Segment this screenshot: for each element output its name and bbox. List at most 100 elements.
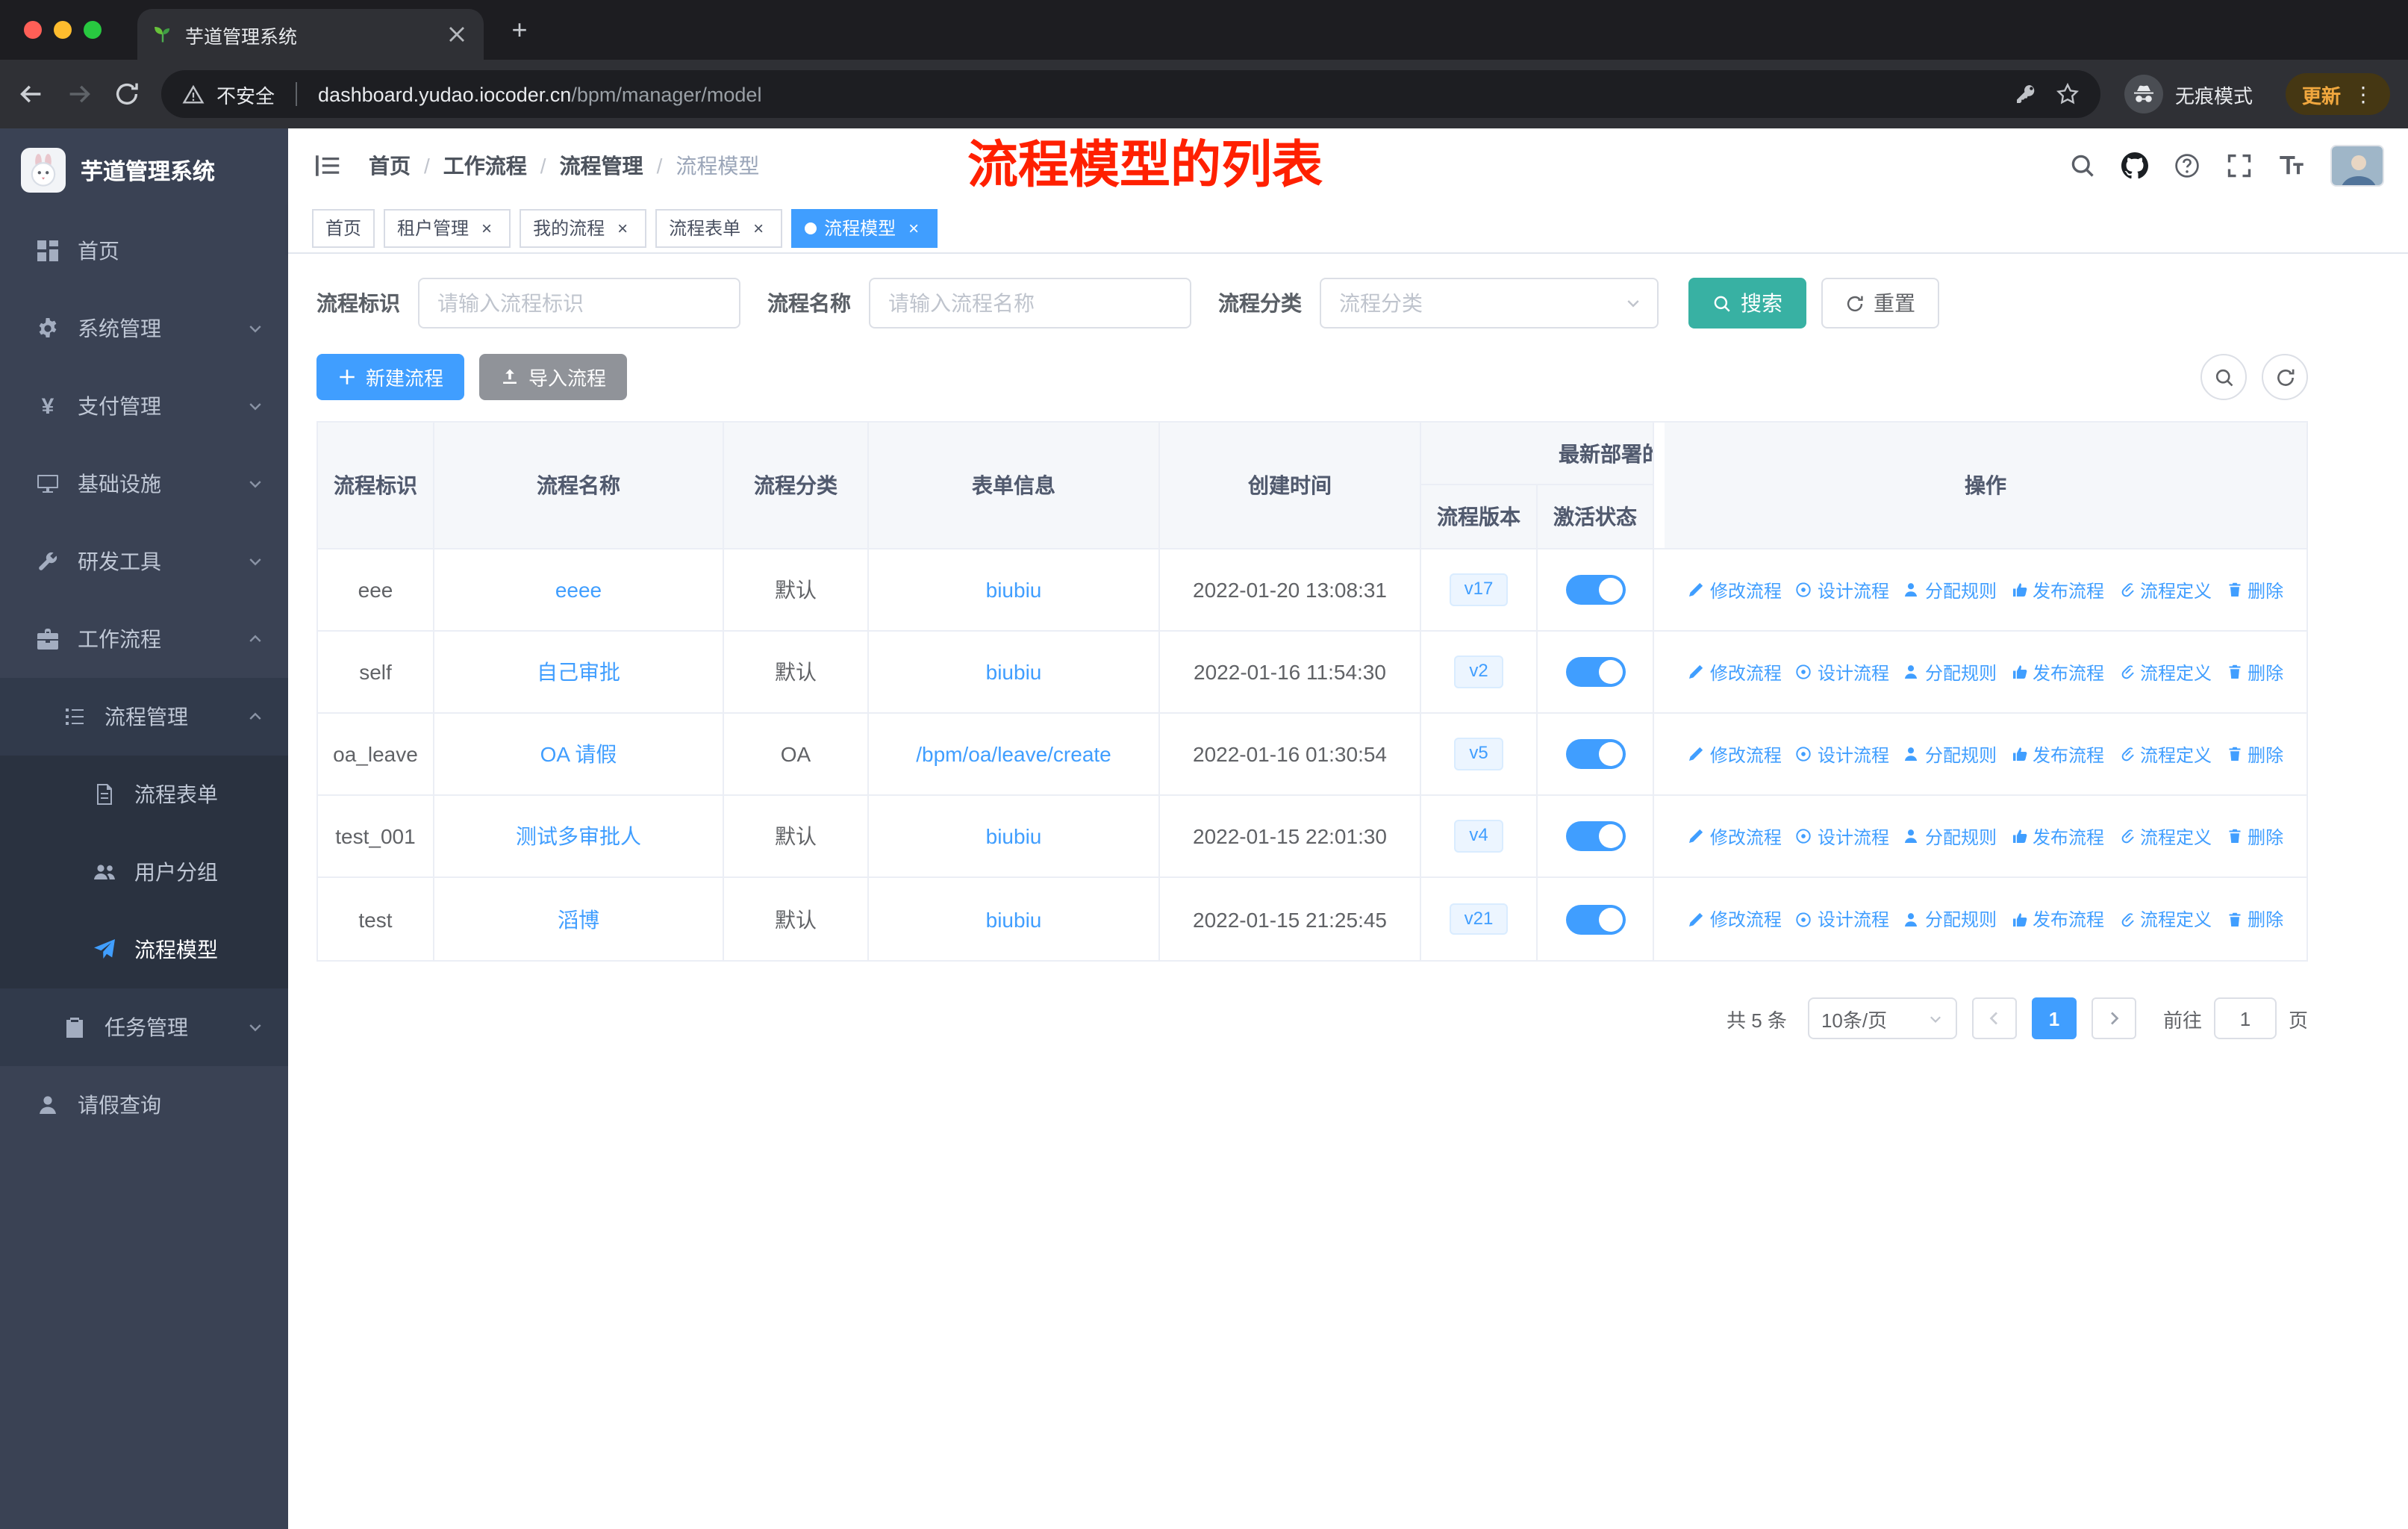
action-delete[interactable]: 删除 — [2225, 823, 2283, 849]
sidebar-item-process-form[interactable]: 流程表单 — [0, 756, 288, 833]
reload-button[interactable] — [113, 81, 140, 108]
password-key-icon[interactable] — [2014, 82, 2038, 106]
tab-close-icon[interactable] — [445, 22, 469, 46]
action-delete[interactable]: 删除 — [2225, 741, 2283, 767]
sidebar-item-dev-tools[interactable]: 研发工具 — [0, 523, 288, 600]
create-process-button[interactable]: 新建流程 — [316, 354, 465, 400]
action-delete[interactable]: 删除 — [2225, 659, 2283, 685]
action-assign[interactable]: 分配规则 — [1903, 577, 1997, 602]
tab-process-form[interactable]: 流程表单 × — [655, 208, 783, 247]
sidebar-item-leave-query[interactable]: 请假查询 — [0, 1066, 288, 1144]
sidebar-item-home[interactable]: 首页 — [0, 212, 288, 290]
active-toggle[interactable] — [1565, 821, 1625, 851]
incognito-avatar[interactable] — [2124, 75, 2163, 113]
next-page-button[interactable] — [2091, 997, 2136, 1039]
active-toggle[interactable] — [1565, 657, 1625, 687]
github-icon[interactable] — [2121, 152, 2148, 179]
search-button[interactable]: 搜索 — [1688, 278, 1806, 328]
action-delete[interactable]: 删除 — [2225, 906, 2283, 932]
action-publish[interactable]: 发布流程 — [2010, 577, 2104, 602]
tab-my-process[interactable]: 我的流程 × — [520, 208, 647, 247]
collapse-sidebar-icon[interactable] — [312, 151, 342, 181]
action-assign[interactable]: 分配规则 — [1903, 741, 1997, 767]
sidebar-item-task-management[interactable]: 任务管理 — [0, 988, 288, 1066]
security-warning-icon[interactable] — [182, 83, 205, 105]
action-edit[interactable]: 修改流程 — [1688, 741, 1782, 767]
action-publish[interactable]: 发布流程 — [2010, 906, 2104, 932]
action-edit[interactable]: 修改流程 — [1688, 659, 1782, 685]
fullscreen-icon[interactable] — [2226, 152, 2253, 179]
close-icon[interactable]: × — [748, 217, 769, 238]
process-name-link[interactable]: 测试多审批人 — [516, 821, 641, 851]
action-assign[interactable]: 分配规则 — [1903, 659, 1997, 685]
app-logo[interactable]: 芋道管理系统 — [0, 128, 288, 212]
action-design[interactable]: 设计流程 — [1795, 906, 1889, 932]
new-tab-button[interactable]: + — [502, 12, 537, 48]
show-search-button[interactable] — [2200, 354, 2247, 400]
category-select[interactable]: 流程分类 — [1320, 278, 1659, 328]
sidebar-item-process-management[interactable]: 流程管理 — [0, 678, 288, 756]
action-delete[interactable]: 删除 — [2225, 577, 2283, 602]
form-info-link[interactable]: biubiu — [986, 907, 1042, 931]
action-definition[interactable]: 流程定义 — [2118, 659, 2212, 685]
active-toggle[interactable] — [1565, 575, 1625, 605]
sidebar-item-process-model[interactable]: 流程模型 — [0, 911, 288, 988]
tab-tenant-management[interactable]: 租户管理 × — [384, 208, 511, 247]
action-publish[interactable]: 发布流程 — [2010, 659, 2104, 685]
action-edit[interactable]: 修改流程 — [1688, 823, 1782, 849]
tab-home[interactable]: 首页 — [312, 208, 375, 247]
back-button[interactable] — [18, 81, 45, 108]
breadcrumb-item[interactable]: 首页 — [369, 151, 411, 181]
tab-process-model[interactable]: 流程模型 × — [791, 208, 938, 247]
breadcrumb-item[interactable]: 工作流程 — [443, 151, 527, 181]
active-toggle[interactable] — [1565, 739, 1625, 769]
process-name-input[interactable] — [869, 278, 1191, 328]
browser-tab[interactable]: 芋道管理系统 — [137, 9, 484, 60]
close-window-button[interactable] — [24, 21, 42, 39]
action-design[interactable]: 设计流程 — [1795, 823, 1889, 849]
action-definition[interactable]: 流程定义 — [2118, 741, 2212, 767]
sidebar-item-user-group[interactable]: 用户分组 — [0, 833, 288, 911]
sidebar-item-workflow[interactable]: 工作流程 — [0, 600, 288, 678]
address-bar[interactable]: 不安全 dashboard.yudao.iocoder.cn/bpm/manag… — [161, 70, 2100, 118]
action-design[interactable]: 设计流程 — [1795, 741, 1889, 767]
process-name-link[interactable]: 自己审批 — [537, 657, 620, 687]
font-size-icon[interactable] — [2278, 152, 2305, 179]
action-definition[interactable]: 流程定义 — [2118, 906, 2212, 932]
prev-page-button[interactable] — [1971, 997, 2017, 1039]
action-publish[interactable]: 发布流程 — [2010, 823, 2104, 849]
form-info-link[interactable]: /bpm/oa/leave/create — [916, 742, 1111, 766]
import-process-button[interactable]: 导入流程 — [479, 354, 628, 400]
form-info-link[interactable]: biubiu — [986, 660, 1042, 684]
form-info-link[interactable]: biubiu — [986, 824, 1042, 848]
action-design[interactable]: 设计流程 — [1795, 577, 1889, 602]
minimize-window-button[interactable] — [54, 21, 72, 39]
action-definition[interactable]: 流程定义 — [2118, 823, 2212, 849]
goto-page-input[interactable] — [2213, 997, 2277, 1039]
sidebar-item-payment-management[interactable]: ¥ 支付管理 — [0, 367, 288, 445]
forward-button[interactable] — [66, 81, 93, 108]
reset-button[interactable]: 重置 — [1821, 278, 1939, 328]
action-design[interactable]: 设计流程 — [1795, 659, 1889, 685]
maximize-window-button[interactable] — [84, 21, 102, 39]
page-size-select[interactable]: 10条/页 — [1807, 997, 1957, 1039]
browser-menu-icon[interactable]: ⋮ — [2353, 81, 2374, 107]
action-edit[interactable]: 修改流程 — [1688, 577, 1782, 602]
action-publish[interactable]: 发布流程 — [2010, 741, 2104, 767]
close-icon[interactable]: × — [903, 217, 924, 238]
process-id-input[interactable] — [418, 278, 740, 328]
help-icon[interactable] — [2174, 152, 2200, 179]
action-assign[interactable]: 分配规则 — [1903, 823, 1997, 849]
sidebar-item-infrastructure[interactable]: 基础设施 — [0, 445, 288, 523]
user-avatar[interactable] — [2330, 145, 2384, 187]
process-name-link[interactable]: 滔博 — [558, 904, 599, 934]
current-page[interactable]: 1 — [2031, 997, 2077, 1039]
refresh-table-button[interactable] — [2262, 354, 2308, 400]
action-edit[interactable]: 修改流程 — [1688, 906, 1782, 932]
form-info-link[interactable]: biubiu — [986, 578, 1042, 602]
active-toggle[interactable] — [1565, 904, 1625, 934]
search-icon[interactable] — [2069, 152, 2096, 179]
process-name-link[interactable]: eeee — [555, 578, 602, 602]
action-assign[interactable]: 分配规则 — [1903, 906, 1997, 932]
close-icon[interactable]: × — [476, 217, 497, 238]
